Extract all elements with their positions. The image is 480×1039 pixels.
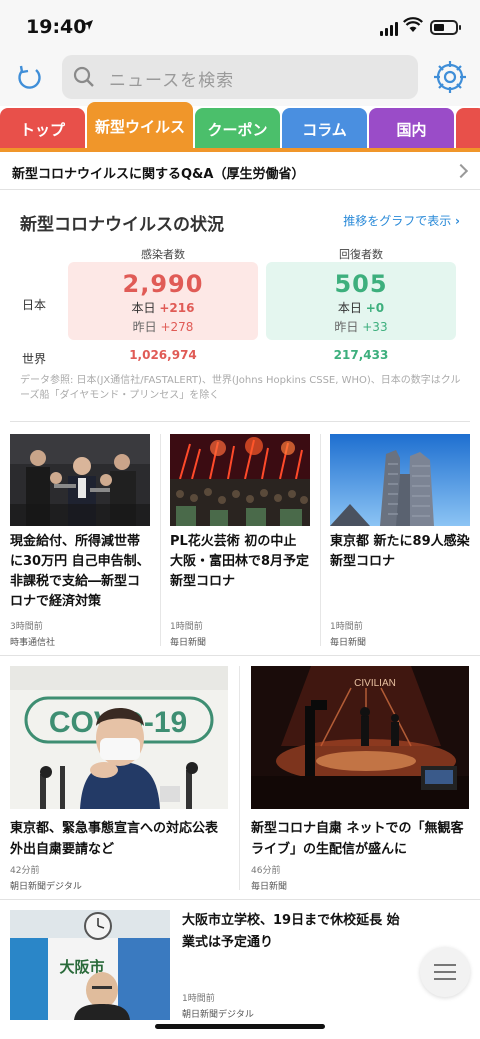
cellular-signal-icon (380, 22, 398, 36)
tab-label: 新型ウイルス (94, 117, 185, 136)
news-image-press (10, 434, 150, 526)
news-time: 46分前 (251, 866, 281, 876)
status-time: 19:40 (26, 16, 87, 38)
qa-banner-text: 新型コロナウイルスに関するQ&A（厚生労働省） (12, 167, 305, 182)
news-card[interactable]: 大阪市 大阪市立学校、19日まで休校延長 始業式は予定通り 1時間前 朝日新聞デ… (0, 910, 480, 1039)
covid-title: 新型コロナウイルスの状況 (20, 215, 224, 235)
infected-today-value: +216 (159, 301, 195, 315)
world-infected-count: 1,026,974 (129, 348, 197, 362)
news-card[interactable]: PL花火芸術 初の中止 大阪・富田林で8月予定 新型コロナ 1時間前 毎日新聞 (170, 434, 310, 656)
news-source: 朝日新聞デジタル (10, 882, 82, 892)
news-time: 3時間前 (10, 622, 43, 632)
recovered-today: 本日 +0 (266, 299, 456, 316)
news-time: 1時間前 (182, 994, 215, 1004)
data-source-note: データ参照: 日本(JX通信社/FASTALERT)、世界(Johns Hopk… (20, 375, 461, 401)
japan-infected-box: 2,990 本日 +216 昨日 +278 (68, 262, 258, 340)
news-source: 毎日新聞 (251, 882, 288, 892)
graph-link[interactable]: 推移をグラフで表示 › (343, 212, 460, 229)
news-headline: 新型コロナ自粛 ネットでの「無観客ライブ」の生配信が盛んに (251, 821, 464, 857)
tab-next-partial[interactable] (456, 108, 480, 150)
news-image-osaka-press: 大阪市 (10, 910, 170, 1020)
world-recovered-count: 217,433 (333, 348, 389, 362)
tab-domestic[interactable]: 国内 (369, 108, 454, 150)
world-label: 世界 (22, 352, 47, 366)
navigation-arrow-icon (82, 19, 94, 35)
covid-status-card: 新型コロナウイルスの状況 推移をグラフで表示 › 感染者数 回復者数 日本 2,… (10, 190, 470, 422)
news-source: 朝日新聞デジタル (182, 1010, 254, 1020)
news-image-fireworks (170, 434, 310, 526)
japan-recovered-count: 505 (334, 270, 388, 298)
infected-header: 感染者数 (141, 248, 185, 261)
japan-recovered-box: 505 本日 +0 昨日 +33 (266, 262, 456, 340)
divider (160, 434, 161, 646)
infected-today: 本日 +216 (68, 299, 258, 316)
yesterday-label: 昨日 (334, 320, 359, 334)
tab-label: コラム (302, 120, 347, 139)
news-row-1: 現金給付、所得減世帯に30万円 自己申告制、非課税で支給―新型コロナで経済対策 … (0, 434, 480, 656)
tab-coupon[interactable]: クーポン (195, 108, 280, 150)
search-input[interactable]: ニュースを検索 (62, 55, 418, 99)
news-source: 時事通信社 (10, 638, 56, 648)
search-placeholder: ニュースを検索 (109, 71, 235, 91)
image-stage-text: CIVILIAN (354, 678, 396, 689)
news-headline: PL花火芸術 初の中止 大阪・富田林で8月予定 新型コロナ (170, 534, 310, 589)
wifi-icon (403, 17, 423, 37)
news-image-tokyo-building (330, 434, 470, 526)
news-headline: 大阪市立学校、19日まで休校延長 始業式は予定通り (182, 913, 400, 950)
status-bar: 19:40 (0, 0, 480, 56)
news-time: 1時間前 (170, 622, 203, 632)
recovered-today-value: +0 (365, 301, 385, 315)
tab-label: トップ (19, 120, 65, 139)
news-source: 毎日新聞 (330, 638, 367, 648)
infected-yesterday: 昨日 +278 (68, 318, 258, 335)
app-header: ニュースを検索 (0, 50, 480, 106)
news-source: 毎日新聞 (170, 638, 207, 648)
battery-icon (430, 20, 461, 35)
recovered-yesterday-value: +33 (362, 320, 388, 334)
recovered-header: 回復者数 (339, 248, 383, 261)
yesterday-label: 昨日 (132, 320, 157, 334)
news-card[interactable]: 東京都 新たに89人感染 新型コロナ 1時間前 毎日新聞 (330, 434, 470, 656)
japan-label: 日本 (22, 298, 47, 312)
news-image-live-concert: CIVILIAN (251, 666, 469, 809)
news-headline: 東京都、緊急事態宣言への対応公表 外出自粛要請など (10, 821, 219, 857)
graph-link-label: 推移をグラフで表示 (343, 214, 452, 228)
news-time: 42分前 (10, 866, 40, 876)
news-card[interactable]: CIVILIAN 新型コロナ自粛 ネットでの「無観客ライブ」の生配信が盛んに 4… (251, 666, 469, 900)
news-card[interactable]: COVID-19 東京都、緊急事態宣言への対応公表 外出自粛要請など 42分前 … (10, 666, 228, 900)
news-headline: 現金給付、所得減世帯に30万円 自己申告制、非課税で支給―新型コロナで経済対策 (10, 534, 150, 609)
refresh-icon[interactable] (12, 60, 46, 94)
news-time: 1時間前 (330, 622, 363, 632)
chevron-right-icon: › (455, 214, 460, 228)
divider (239, 666, 240, 890)
news-row-2: COVID-19 東京都、緊急事態宣言への対応公表 外出自粛要請など 42分前 … (0, 666, 480, 900)
hamburger-menu-icon[interactable] (420, 947, 470, 997)
news-image-governor: COVID-19 (10, 666, 228, 809)
tab-underline (0, 148, 480, 152)
category-tabs: トップ 新型ウイルス クーポン コラム 国内 (0, 102, 480, 154)
tab-column[interactable]: コラム (282, 108, 367, 150)
search-icon (72, 65, 96, 93)
news-card[interactable]: 現金給付、所得減世帯に30万円 自己申告制、非課税で支給―新型コロナで経済対策 … (10, 434, 150, 656)
tab-label: クーポン (207, 120, 268, 139)
divider (320, 434, 321, 646)
tab-new-virus[interactable]: 新型ウイルス (87, 102, 193, 150)
today-label: 本日 (131, 301, 156, 315)
japan-infected-count: 2,990 (122, 270, 204, 298)
chevron-right-icon (453, 163, 469, 179)
qa-banner[interactable]: 新型コロナウイルスに関するQ&A（厚生労働省） (0, 154, 480, 190)
today-label: 本日 (337, 301, 362, 315)
tab-top[interactable]: トップ (0, 108, 85, 150)
infected-yesterday-value: +278 (160, 320, 194, 334)
news-headline: 東京都 新たに89人感染 新型コロナ (330, 534, 470, 569)
app-screen: 19:40 ニュースを検索 トップ 新型ウイルス クーポン コラム 国内 新型コ… (0, 0, 480, 1039)
gear-icon[interactable] (432, 59, 468, 95)
home-indicator[interactable] (155, 1024, 325, 1029)
tab-label: 国内 (396, 120, 427, 139)
recovered-yesterday: 昨日 +33 (266, 318, 456, 335)
